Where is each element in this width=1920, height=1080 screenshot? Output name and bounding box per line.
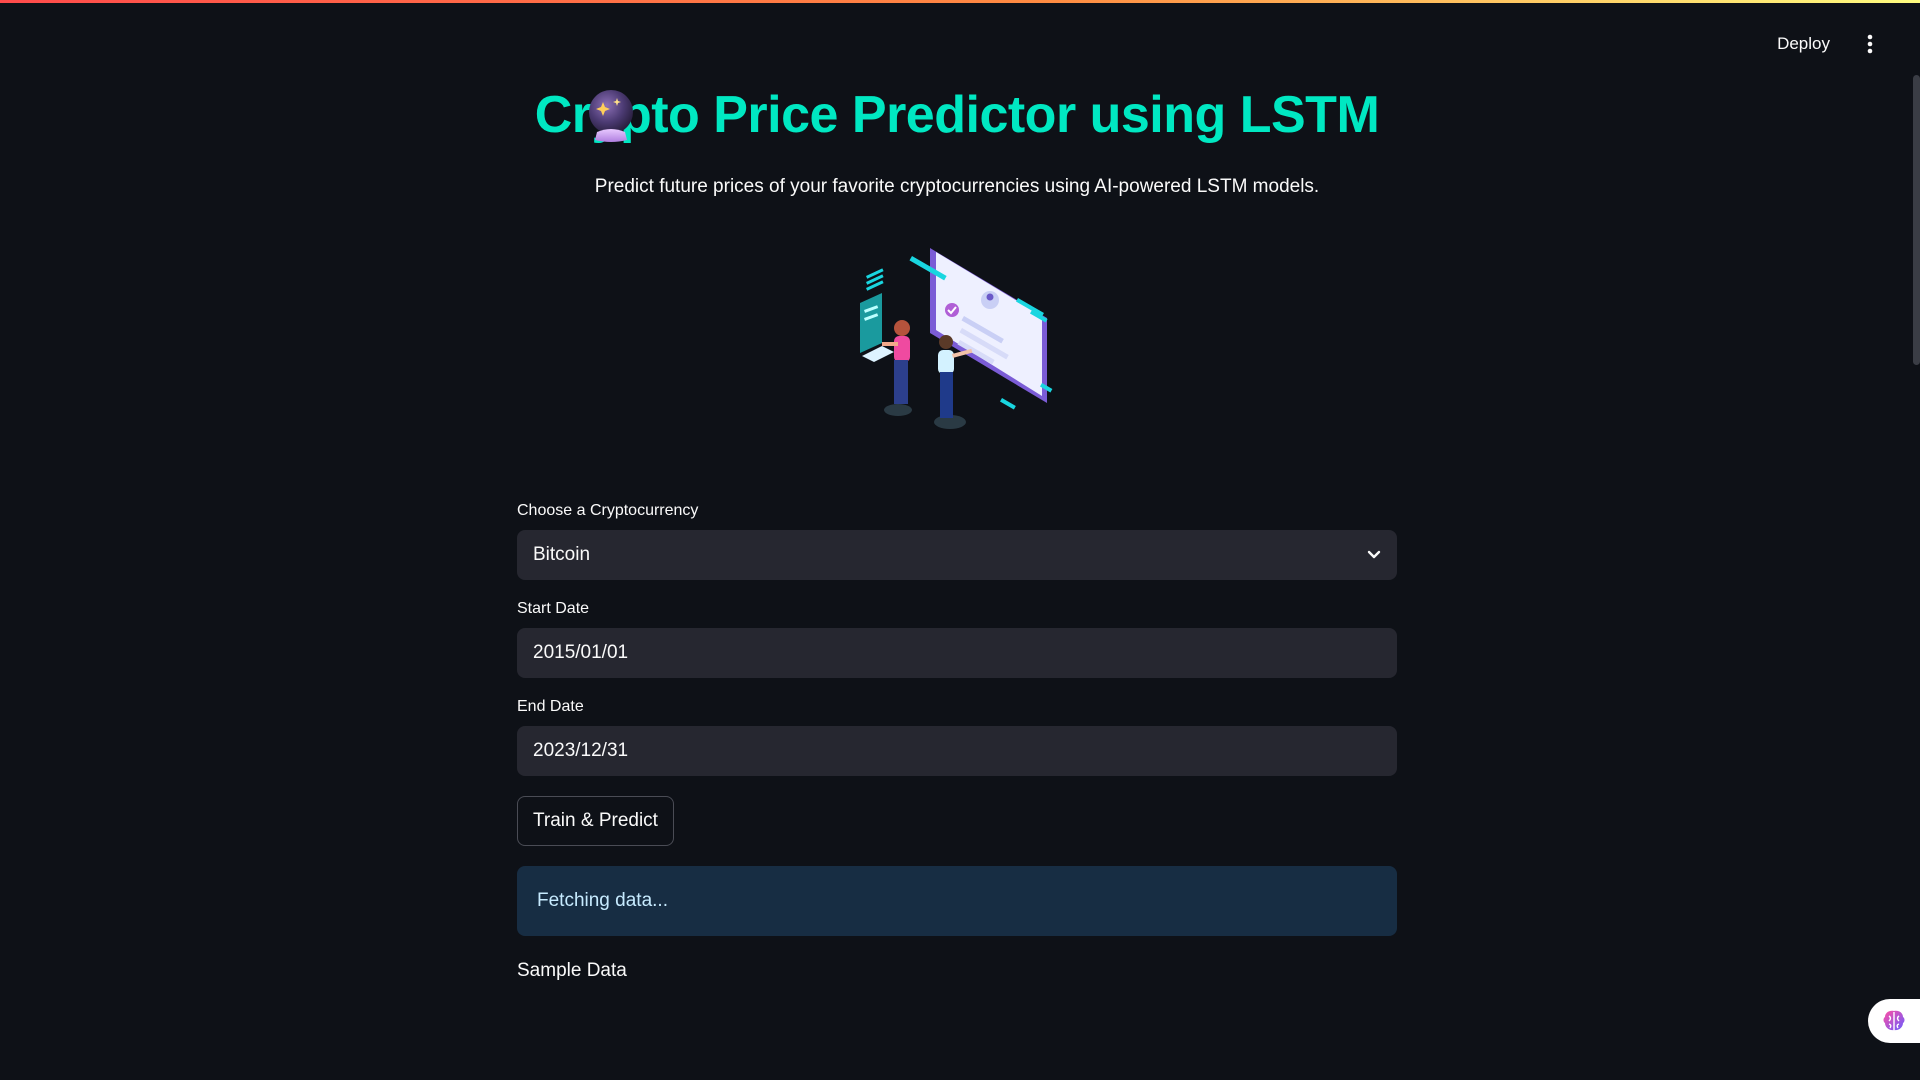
start-date-field: Start Date 2015/01/01 [517, 600, 1397, 678]
vertical-ellipsis-icon[interactable] [1860, 31, 1880, 57]
brain-icon[interactable] [1868, 999, 1920, 1043]
status-info-alert: Fetching data... [517, 866, 1397, 936]
chevron-down-icon [1367, 544, 1381, 566]
start-date-value: 2015/01/01 [533, 642, 629, 663]
crystal-ball-icon [585, 88, 637, 144]
crypto-field: Choose a Cryptocurrency Bitcoin [517, 502, 1397, 580]
page-title: Crypto Price Predictor using LSTM [534, 86, 1380, 144]
sample-data-heading: Sample Data [517, 960, 627, 981]
end-date-value: 2023/12/31 [533, 740, 629, 761]
title-block: Crypto Price Predictor using LSTM [517, 82, 1397, 148]
crypto-selected-value: Bitcoin [533, 544, 591, 565]
prediction-form: Choose a Cryptocurrency Bitcoin Start Da… [517, 502, 1397, 982]
people-dashboard-illustration [860, 248, 1053, 429]
page-subtitle: Predict future prices of your favorite c… [594, 176, 1320, 197]
end-date-field: End Date 2023/12/31 [517, 698, 1397, 776]
crypto-label: Choose a Cryptocurrency [517, 502, 699, 519]
start-date-input[interactable]: 2015/01/01 [517, 628, 1397, 678]
crypto-select[interactable]: Bitcoin [517, 530, 1397, 580]
end-date-input[interactable]: 2023/12/31 [517, 726, 1397, 776]
main-content: Crypto Price Predictor using LSTM Predic… [517, 0, 1397, 982]
status-message: Fetching data... [537, 890, 668, 911]
header-toolbar: Deploy [1773, 28, 1880, 60]
train-predict-button[interactable]: Train & Predict [517, 796, 674, 846]
end-date-label: End Date [517, 698, 584, 715]
start-date-label: Start Date [517, 600, 590, 617]
page-scrollbar[interactable] [1913, 75, 1920, 365]
deploy-button[interactable]: Deploy [1773, 28, 1834, 60]
